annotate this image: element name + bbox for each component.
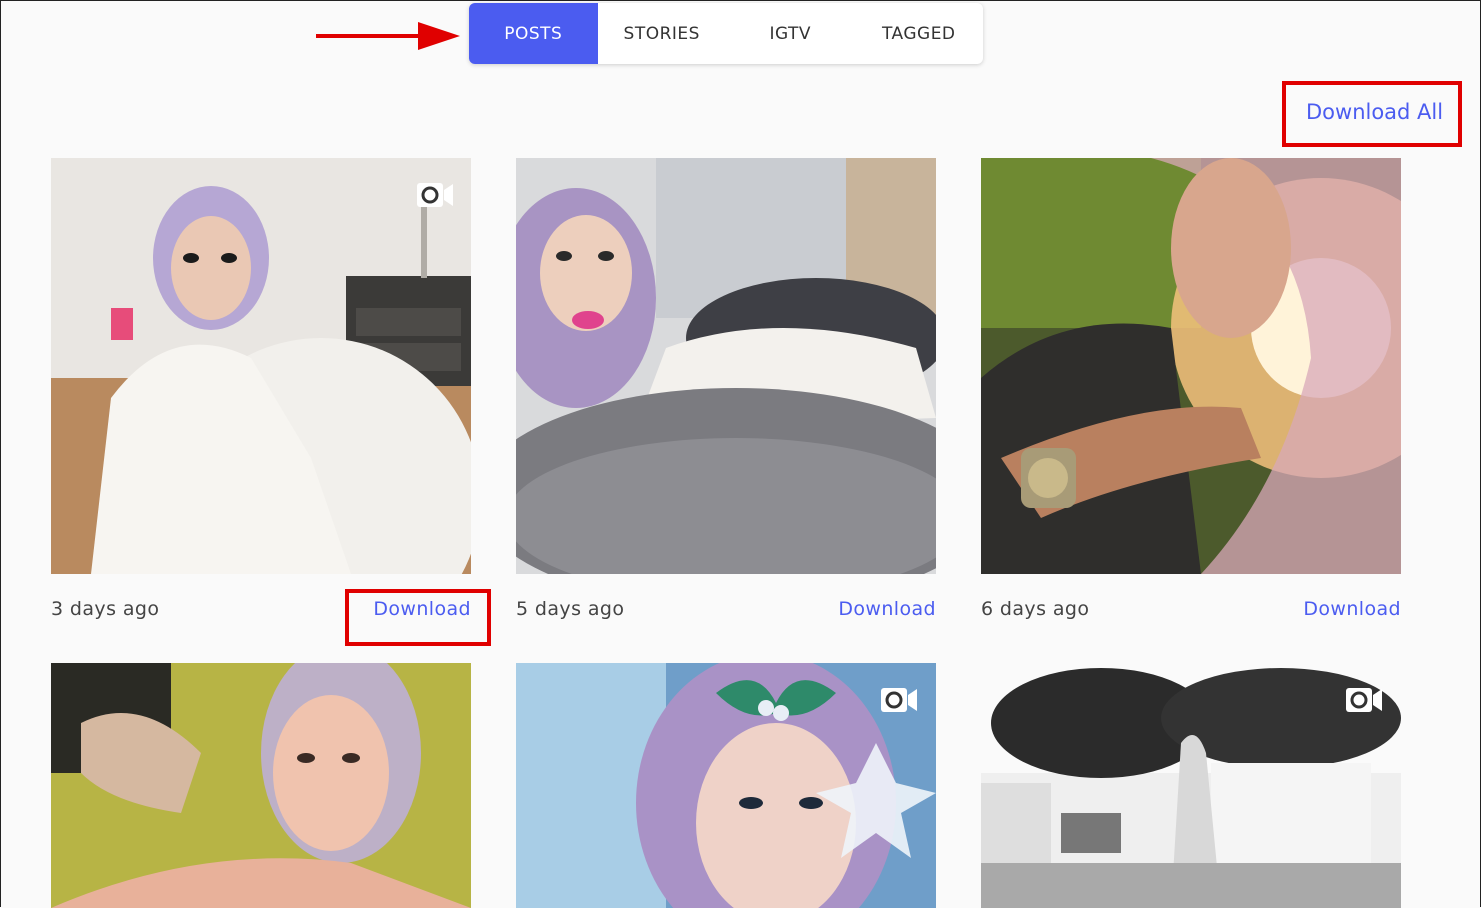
post-image	[516, 158, 936, 574]
tab-igtv[interactable]: IGTV	[726, 3, 855, 64]
post-card	[51, 663, 471, 908]
tab-tagged[interactable]: TAGGED	[855, 3, 984, 64]
post-card	[516, 663, 936, 908]
profile-tabs: POSTS STORIES IGTV TAGGED	[469, 3, 983, 64]
post-meta: 6 days ago Download	[981, 598, 1401, 628]
video-icon	[881, 688, 917, 712]
post-age: 5 days ago	[516, 598, 625, 620]
post-age: 3 days ago	[51, 598, 160, 620]
post-thumbnail[interactable]	[51, 158, 471, 574]
post-card: 3 days ago Download	[51, 158, 471, 620]
post-thumbnail[interactable]	[516, 158, 936, 574]
video-icon	[1346, 688, 1382, 712]
post-thumbnail[interactable]	[51, 663, 471, 908]
post-thumbnail[interactable]	[981, 663, 1401, 908]
post-image	[981, 663, 1401, 908]
post-image	[51, 158, 471, 574]
download-all-button[interactable]: Download All	[1306, 100, 1443, 124]
video-icon	[417, 183, 453, 207]
post-thumbnail[interactable]	[516, 663, 936, 908]
post-age: 6 days ago	[981, 598, 1090, 620]
post-card: 5 days ago Download	[516, 158, 936, 620]
tab-stories[interactable]: STORIES	[598, 3, 727, 64]
post-image	[516, 663, 936, 908]
download-highlight	[345, 589, 491, 646]
post-image	[51, 663, 471, 908]
download-button[interactable]: Download	[838, 598, 936, 620]
annotation-arrow	[316, 22, 460, 50]
post-card	[981, 663, 1401, 908]
post-meta: 5 days ago Download	[516, 598, 936, 628]
post-thumbnail[interactable]	[981, 158, 1401, 574]
post-image	[981, 158, 1401, 574]
tab-posts[interactable]: POSTS	[469, 3, 598, 64]
post-card: 6 days ago Download	[981, 158, 1401, 620]
download-button[interactable]: Download	[1303, 598, 1401, 620]
